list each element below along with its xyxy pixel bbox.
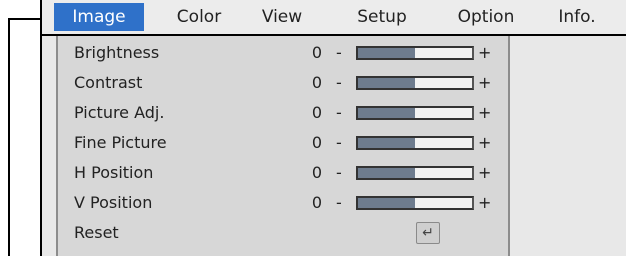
setting-value: 0 <box>311 193 322 212</box>
slider-fill <box>358 138 415 148</box>
slider-fill <box>358 78 415 88</box>
setting-label: Contrast <box>74 73 143 92</box>
picture-adj-slider[interactable] <box>356 106 474 120</box>
setting-row-v-position[interactable]: V Position 0 - + <box>58 188 508 218</box>
setting-label: Fine Picture <box>74 133 167 152</box>
slider-fill <box>358 198 415 208</box>
v-position-slider[interactable] <box>356 196 474 210</box>
increase-sign: + <box>478 73 492 92</box>
slider-fill <box>358 108 415 118</box>
decrease-sign: - <box>336 43 342 62</box>
setting-value: 0 <box>311 103 322 122</box>
increase-sign: + <box>478 133 492 152</box>
setting-label: Brightness <box>74 43 160 62</box>
setting-row-brightness[interactable]: Brightness 0 - + <box>58 38 508 68</box>
setting-row-fine-picture[interactable]: Fine Picture 0 - + <box>58 128 508 158</box>
tab-view[interactable]: View <box>246 3 318 31</box>
contrast-slider[interactable] <box>356 76 474 90</box>
setting-value: 0 <box>311 43 322 62</box>
setting-value: 0 <box>311 133 322 152</box>
decrease-sign: - <box>336 103 342 122</box>
tab-info[interactable]: Info. <box>542 3 612 31</box>
slider-fill <box>358 48 415 58</box>
osd-menu: Image Color View Setup Option Info. Brig… <box>40 0 626 256</box>
h-position-slider[interactable] <box>356 166 474 180</box>
decrease-sign: - <box>336 193 342 212</box>
enter-icon[interactable]: ↵ <box>416 222 440 244</box>
image-settings-panel: Brightness 0 - + Contrast 0 - + Picture … <box>56 36 510 256</box>
setting-label: Picture Adj. <box>74 103 165 122</box>
setting-value: 0 <box>311 163 322 182</box>
increase-sign: + <box>478 193 492 212</box>
tab-color[interactable]: Color <box>154 3 244 31</box>
setting-label: H Position <box>74 163 154 182</box>
fine-picture-slider[interactable] <box>356 136 474 150</box>
increase-sign: + <box>478 163 492 182</box>
setting-row-h-position[interactable]: H Position 0 - + <box>58 158 508 188</box>
setting-row-contrast[interactable]: Contrast 0 - + <box>58 68 508 98</box>
setting-row-reset[interactable]: Reset ↵ <box>58 218 508 248</box>
tab-option[interactable]: Option <box>438 3 534 31</box>
slider-fill <box>358 168 415 178</box>
decrease-sign: - <box>336 133 342 152</box>
callout-line-vertical <box>8 18 10 256</box>
brightness-slider[interactable] <box>356 46 474 60</box>
decrease-sign: - <box>336 163 342 182</box>
setting-label: V Position <box>74 193 153 212</box>
setting-row-picture-adj[interactable]: Picture Adj. 0 - + <box>58 98 508 128</box>
increase-sign: + <box>478 103 492 122</box>
setting-value: 0 <box>311 73 322 92</box>
setting-label: Reset <box>74 223 119 242</box>
tab-image[interactable]: Image <box>54 3 144 31</box>
increase-sign: + <box>478 43 492 62</box>
tab-setup[interactable]: Setup <box>342 3 422 31</box>
decrease-sign: - <box>336 73 342 92</box>
callout-line <box>8 18 40 20</box>
menu-tab-bar: Image Color View Setup Option Info. <box>42 0 626 36</box>
